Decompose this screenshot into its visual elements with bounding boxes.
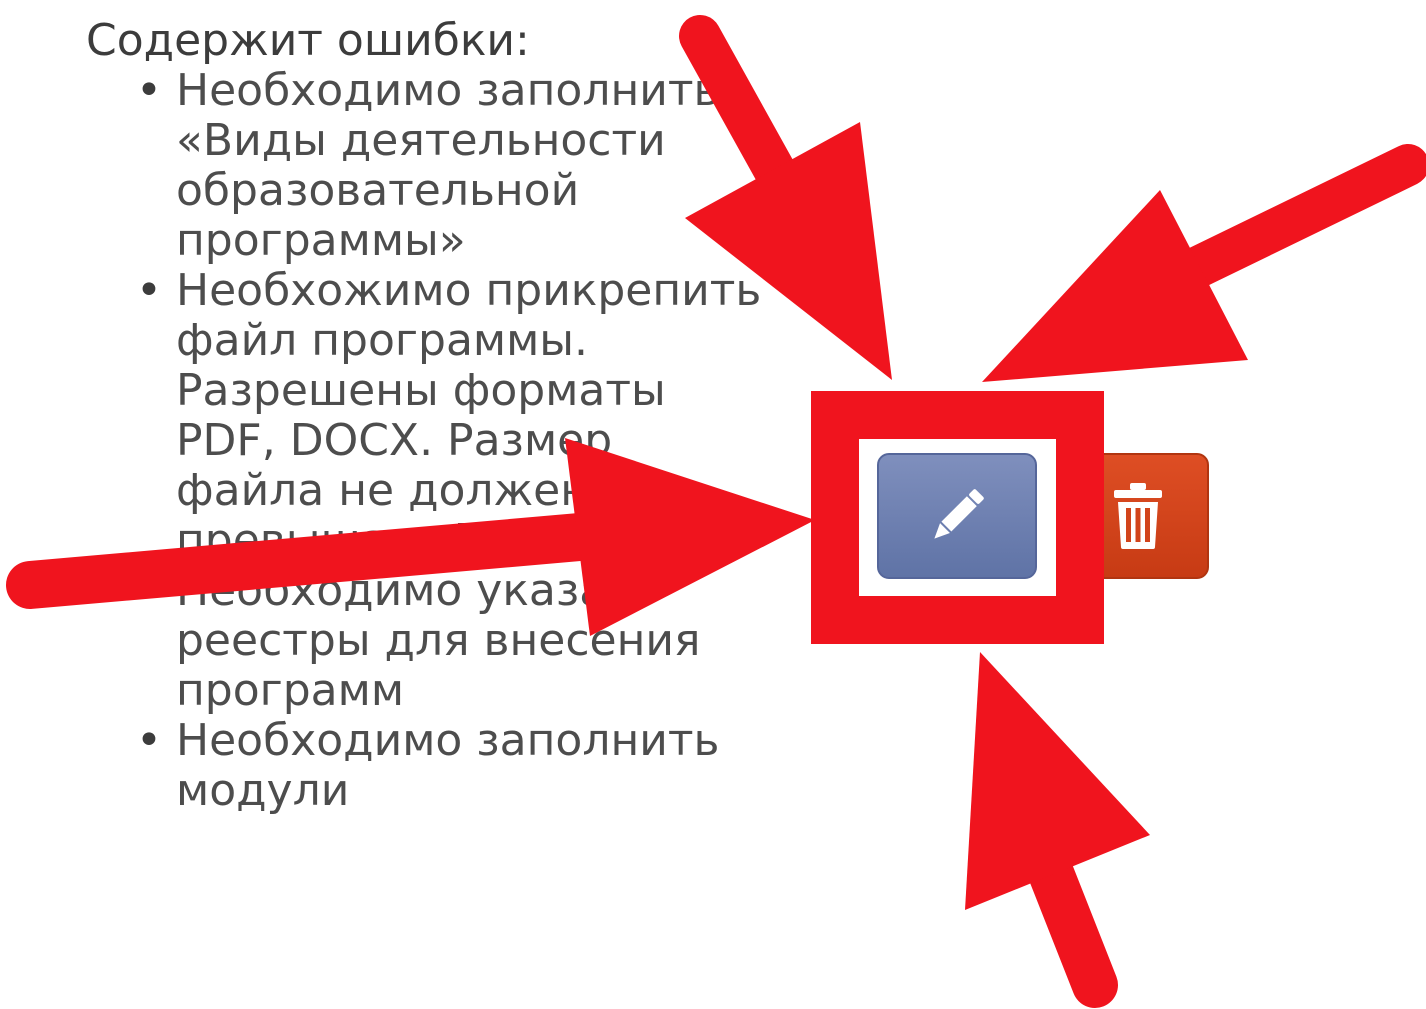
edit-button[interactable]	[877, 453, 1037, 579]
error-item: • Необходимо указать реестры для внесени…	[136, 565, 766, 716]
bullet-icon: •	[136, 565, 162, 616]
error-text: Необходимо заполнить «Виды деятельности …	[176, 65, 720, 266]
bullet-icon: •	[136, 715, 162, 766]
error-item: • Необходимо заполнить «Виды деятельност…	[136, 65, 766, 266]
trash-icon	[1114, 483, 1162, 549]
arrow-top-right	[982, 144, 1426, 382]
error-text: Необходимо заполнить модули	[176, 715, 720, 816]
bullet-icon: •	[136, 65, 162, 116]
errors-list: • Необходимо заполнить «Виды деятельност…	[86, 66, 786, 816]
delete-button[interactable]	[1067, 453, 1209, 579]
errors-panel: Содержит ошибки: • Необходимо заполнить …	[86, 16, 786, 816]
bullet-icon: •	[136, 265, 162, 316]
error-text: Необходимо указать реестры для внесения …	[176, 565, 701, 716]
error-item: • Необхожимо прикрепить файл программы. …	[136, 265, 766, 566]
arrow-bottom	[965, 652, 1150, 1008]
error-item: • Необходимо заполнить модули	[136, 715, 766, 816]
pencil-icon	[934, 489, 984, 539]
errors-title: Содержит ошибки:	[86, 15, 530, 66]
error-text: Необхожимо прикрепить файл программы. Ра…	[176, 265, 762, 566]
